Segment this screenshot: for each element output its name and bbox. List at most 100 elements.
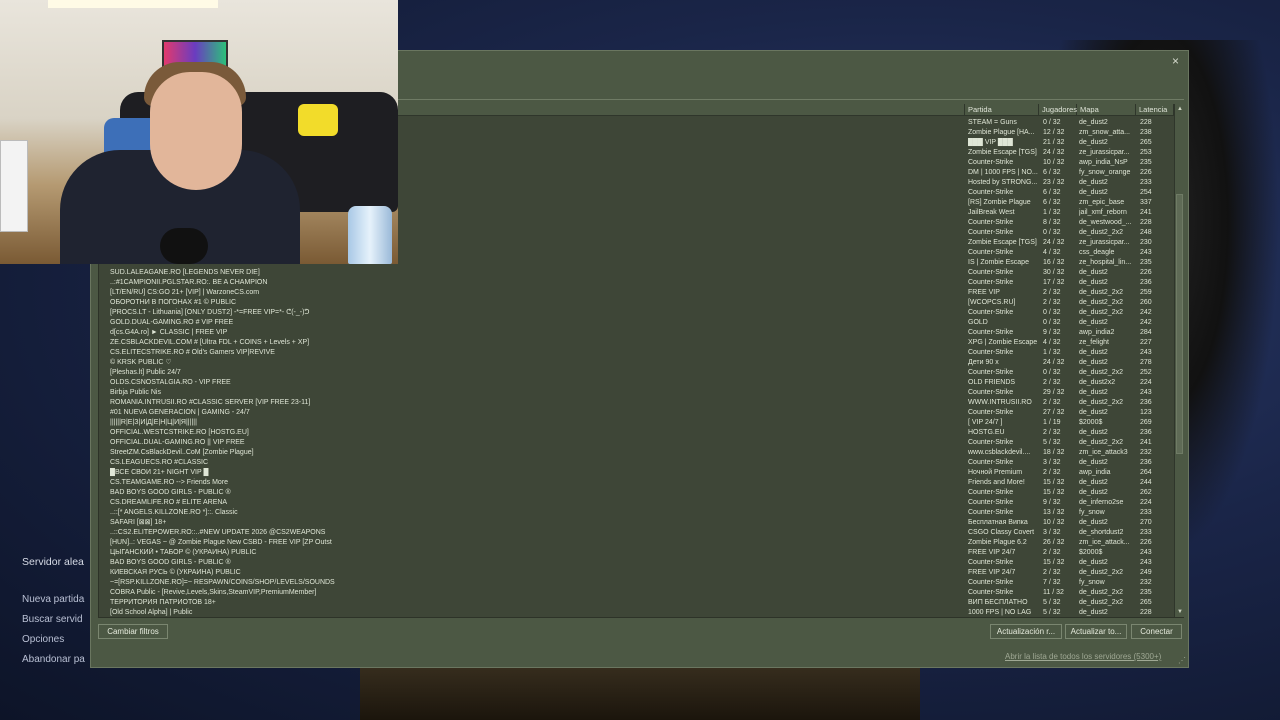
server-cell-players[interactable]: 2 / 32 [1043,288,1077,298]
server-cell-map[interactable]: de_dust2 [1079,558,1135,568]
server-cell-game[interactable]: Friends and More! [968,478,1038,488]
server-cell-latency[interactable]: 228 [1140,218,1162,228]
menu-item-find-servers[interactable]: Buscar servid [22,614,85,634]
server-cell-latency[interactable]: 265 [1140,598,1162,608]
server-cell-players[interactable]: 24 / 32 [1043,238,1077,248]
server-cell-game[interactable]: Counter-Strike [968,588,1038,598]
server-cell-game[interactable]: Counter-Strike [968,348,1038,358]
column-header-players[interactable]: Jugadores [1039,104,1077,116]
server-cell-players[interactable]: 15 / 32 [1043,488,1077,498]
server-cell-name[interactable]: OFFICIAL.WESTCSTRIKE.RO [HOSTG.EU] [110,428,450,438]
server-cell-name[interactable]: ЦЫГАНСКИЙ • ТАБОР © (УКРАИНА) PUBLIC [110,548,450,558]
server-cell-players[interactable]: 29 / 32 [1043,388,1077,398]
server-cell-map[interactable]: de_dust2_2x2 [1079,228,1135,238]
server-cell-name[interactable]: GOLD.DUAL-GAMING.RO # VIP FREE [110,318,450,328]
server-cell-map[interactable]: jail_xmf_reborn [1079,208,1135,218]
server-cell-map[interactable]: zm_epic_base [1079,198,1135,208]
server-cell-latency[interactable]: 236 [1140,278,1162,288]
server-cell-name[interactable]: © KRSK PUBLIC ♡ [110,358,450,368]
server-cell-players[interactable]: 18 / 32 [1043,448,1077,458]
server-cell-players[interactable]: 10 / 32 [1043,518,1077,528]
server-cell-game[interactable]: CSGO Classy Covert [968,528,1038,538]
server-cell-players[interactable]: 15 / 32 [1043,558,1077,568]
close-icon[interactable]: × [1172,54,1179,68]
server-cell-latency[interactable]: 226 [1140,538,1162,548]
server-cell-latency[interactable]: 264 [1140,468,1162,478]
server-cell-game[interactable]: [ VIP 24/7 ] [968,418,1038,428]
server-cell-name[interactable]: StreetZM.CsBlackDevil..CoM [Zombie Plagu… [110,448,450,458]
server-cell-game[interactable]: Counter-Strike [968,458,1038,468]
server-cell-game[interactable]: Бесплатная Випка [968,518,1038,528]
server-cell-game[interactable]: WWW.INTRUSII.RO [968,398,1038,408]
server-cell-map[interactable]: awp_india [1079,468,1135,478]
server-cell-name[interactable]: COBRA Public - [Revive,Levels,Skins,Stea… [110,588,450,598]
server-cell-map[interactable]: de_dust2 [1079,138,1135,148]
server-cell-players[interactable]: 2 / 32 [1043,548,1077,558]
server-cell-players[interactable]: 16 / 32 [1043,258,1077,268]
server-cell-latency[interactable]: 241 [1140,438,1162,448]
column-header-name[interactable] [398,104,965,116]
server-cell-game[interactable]: FREE VIP 24/7 [968,548,1038,558]
server-cell-players[interactable]: 9 / 32 [1043,498,1077,508]
server-cell-name[interactable]: [PROCS.LT - Lithuania] [ONLY DUST2] -*=F… [110,308,450,318]
server-cell-name[interactable]: █ВСЕ СВОИ 21+ NIGHT VIP █ [110,468,450,478]
server-cell-latency[interactable]: 232 [1140,448,1162,458]
server-cell-map[interactable]: de_dust2x2 [1079,378,1135,388]
server-cell-latency[interactable]: 226 [1140,268,1162,278]
resize-grip-icon[interactable]: ⋰ [1178,657,1186,665]
server-cell-game[interactable]: www.csblackdevil.... [968,448,1038,458]
server-cell-players[interactable]: 0 / 32 [1043,228,1077,238]
server-cell-game[interactable]: XPG | Zombie Escape [968,338,1038,348]
server-cell-game[interactable]: IS | Zombie Escape [968,258,1038,268]
server-cell-players[interactable]: 15 / 32 [1043,478,1077,488]
server-cell-map[interactable]: ze_hospital_lin... [1079,258,1135,268]
server-cell-game[interactable]: Counter-Strike [968,278,1038,288]
server-cell-players[interactable]: 0 / 32 [1043,118,1077,128]
server-cell-players[interactable]: 5 / 32 [1043,598,1077,608]
server-cell-map[interactable]: de_dust2_2x2 [1079,588,1135,598]
server-cell-players[interactable]: 2 / 32 [1043,398,1077,408]
server-cell-players[interactable]: 0 / 32 [1043,368,1077,378]
server-cell-map[interactable]: de_shortdust2 [1079,528,1135,538]
server-cell-game[interactable]: Counter-Strike [968,488,1038,498]
server-cell-name[interactable]: ОБОРОТНИ В ПОГОНАХ #1 © PUBLIC [110,298,450,308]
server-cell-latency[interactable]: 235 [1140,588,1162,598]
server-cell-players[interactable]: 11 / 32 [1043,588,1077,598]
server-cell-game[interactable]: Counter-Strike [968,228,1038,238]
server-cell-latency[interactable]: 243 [1140,548,1162,558]
server-cell-game[interactable]: OLD FRIENDS [968,378,1038,388]
server-cell-latency[interactable]: 269 [1140,418,1162,428]
server-cell-game[interactable]: 1000 FPS | NO LAG [968,608,1038,618]
scrollbar[interactable]: ▲ ▼ [1174,104,1185,617]
server-cell-latency[interactable]: 254 [1140,188,1162,198]
server-cell-game[interactable]: Zombie Escape [TGS] [968,238,1038,248]
server-cell-players[interactable]: 0 / 32 [1043,308,1077,318]
server-cell-map[interactable]: fy_snow [1079,578,1135,588]
server-cell-players[interactable]: 4 / 32 [1043,248,1077,258]
server-cell-name[interactable]: BAD BOYS GOOD GIRLS - PUBLIC ® [110,488,450,498]
server-cell-latency[interactable]: 224 [1140,498,1162,508]
server-cell-players[interactable]: 10 / 32 [1043,158,1077,168]
menu-item-quit[interactable]: Abandonar pa [22,654,85,674]
server-cell-map[interactable]: de_dust2_2x2 [1079,398,1135,408]
server-cell-game[interactable]: Counter-Strike [968,408,1038,418]
server-cell-name[interactable]: ТЕРРИТОРИЯ ПАТРИОТОВ 18+ [110,598,450,608]
server-cell-players[interactable]: 17 / 32 [1043,278,1077,288]
server-cell-name[interactable]: CS.TEAMGAME.RO --> Friends More [110,478,450,488]
server-cell-name[interactable]: CS.DREAMLIFE.RO # ELITE ARENA [110,498,450,508]
server-cell-name[interactable]: SUD.LALEAGANE.RO [LEGENDS NEVER DIE] [110,268,450,278]
server-cell-map[interactable]: de_dust2 [1079,348,1135,358]
server-cell-name[interactable]: BAD BOYS GOOD GIRLS - PUBLIC ® [110,558,450,568]
server-cell-game[interactable]: Counter-Strike [968,558,1038,568]
server-cell-players[interactable]: 2 / 32 [1043,298,1077,308]
server-cell-name[interactable]: [Old School Alpha] | Public [110,608,450,618]
server-cell-latency[interactable]: 253 [1140,148,1162,158]
server-cell-game[interactable]: Counter-Strike [968,308,1038,318]
change-filters-button[interactable]: Cambiar filtros [98,624,168,639]
server-cell-latency[interactable]: 236 [1140,428,1162,438]
refresh-all-button[interactable]: Actualizar to... [1065,624,1127,639]
server-cell-map[interactable]: de_dust2 [1079,118,1135,128]
server-cell-latency[interactable]: 244 [1140,478,1162,488]
server-cell-players[interactable]: 1 / 19 [1043,418,1077,428]
server-cell-map[interactable]: de_dust2 [1079,188,1135,198]
